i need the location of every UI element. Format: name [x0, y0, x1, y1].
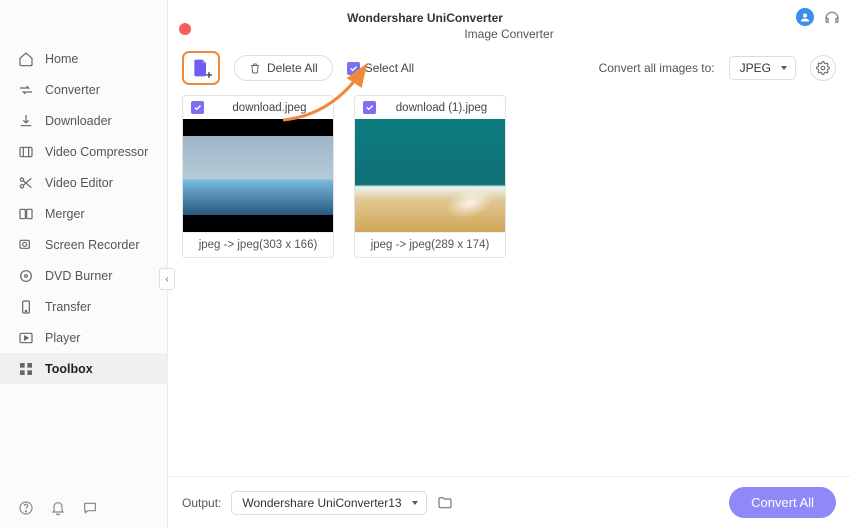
sidebar-item-label: Converter	[45, 83, 100, 97]
select-all-checkbox[interactable]: Select All	[347, 61, 414, 75]
output-path-dropdown[interactable]: Wondershare UniConverter13	[231, 491, 426, 515]
image-card[interactable]: download (1).jpeg jpeg -> jpeg(289 x 174…	[354, 95, 506, 258]
transfer-icon	[18, 299, 34, 315]
sidebar-item-label: Downloader	[45, 114, 112, 128]
bell-icon[interactable]	[50, 500, 66, 516]
sidebar-item-toolbox[interactable]: Toolbox	[0, 353, 167, 384]
panel-title: Image Converter	[168, 25, 850, 43]
settings-button[interactable]	[810, 55, 836, 81]
image-thumbnail	[183, 119, 333, 232]
sidebar-item-label: Video Compressor	[45, 145, 148, 159]
image-conversion-info: jpeg -> jpeg(303 x 166)	[183, 232, 333, 257]
sidebar-item-label: Toolbox	[45, 362, 93, 376]
app-root: Wondershare UniConverter Home Converter …	[0, 0, 850, 528]
sidebar-item-video-editor[interactable]: Video Editor	[0, 167, 167, 198]
output-label: Output:	[182, 496, 221, 510]
sidebar-item-label: DVD Burner	[45, 269, 112, 283]
home-icon	[18, 51, 34, 67]
download-icon	[18, 113, 34, 129]
scissors-icon	[18, 175, 34, 191]
image-filename: download (1).jpeg	[386, 102, 497, 114]
sidebar-item-player[interactable]: Player	[0, 322, 167, 353]
sidebar-item-converter[interactable]: Converter	[0, 74, 167, 105]
sidebar-item-label: Video Editor	[45, 176, 113, 190]
image-card[interactable]: download.jpeg jpeg -> jpeg(303 x 166)	[182, 95, 334, 258]
footer: Output: Wondershare UniConverter13 Conve…	[168, 476, 850, 528]
checkbox-icon	[347, 62, 360, 75]
sidebar: Home Converter Downloader Video Compress…	[0, 0, 168, 528]
sidebar-item-label: Screen Recorder	[45, 238, 140, 252]
sidebar-item-merger[interactable]: Merger	[0, 198, 167, 229]
toolbox-icon	[18, 361, 34, 377]
delete-all-button[interactable]: Delete All	[234, 55, 333, 81]
image-conversion-info: jpeg -> jpeg(289 x 174)	[355, 232, 505, 257]
sidebar-item-label: Transfer	[45, 300, 91, 314]
sidebar-item-dvd-burner[interactable]: DVD Burner	[0, 260, 167, 291]
output-format-dropdown[interactable]: JPEG	[729, 56, 796, 80]
record-icon	[18, 237, 34, 253]
sidebar-item-screen-recorder[interactable]: Screen Recorder	[0, 229, 167, 260]
add-files-button[interactable]	[182, 51, 220, 85]
sidebar-item-transfer[interactable]: Transfer	[0, 291, 167, 322]
merger-icon	[18, 206, 34, 222]
sidebar-item-label: Player	[45, 331, 80, 345]
sidebar-item-video-compressor[interactable]: Video Compressor	[0, 136, 167, 167]
image-thumbnail	[355, 119, 505, 232]
image-grid: download.jpeg jpeg -> jpeg(303 x 166) do…	[168, 95, 850, 476]
help-icon[interactable]	[18, 500, 34, 516]
card-checkbox[interactable]	[363, 101, 376, 114]
sidebar-item-downloader[interactable]: Downloader	[0, 105, 167, 136]
chat-icon[interactable]	[82, 500, 98, 516]
converter-icon	[18, 82, 34, 98]
sidebar-item-label: Merger	[45, 207, 85, 221]
output-path-value: Wondershare UniConverter13	[242, 496, 401, 510]
compress-icon	[18, 144, 34, 160]
close-icon[interactable]	[179, 23, 191, 35]
convert-all-to-label: Convert all images to:	[599, 61, 715, 75]
delete-all-label: Delete All	[267, 61, 318, 75]
sidebar-item-label: Home	[45, 52, 78, 66]
disc-icon	[18, 268, 34, 284]
convert-all-button[interactable]: Convert All	[729, 487, 836, 518]
output-format-value: JPEG	[740, 61, 771, 75]
main-panel: Image Converter Delete All Select All Co…	[168, 0, 850, 528]
card-checkbox[interactable]	[191, 101, 204, 114]
open-folder-button[interactable]	[437, 495, 453, 511]
toolbar: Delete All Select All Convert all images…	[168, 43, 850, 95]
image-filename: download.jpeg	[214, 102, 325, 114]
sidebar-item-home[interactable]: Home	[0, 43, 167, 74]
play-icon	[18, 330, 34, 346]
select-all-label: Select All	[365, 61, 414, 75]
